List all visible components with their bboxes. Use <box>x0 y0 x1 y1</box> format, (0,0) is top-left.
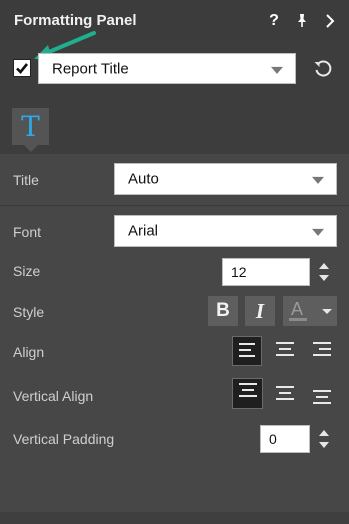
divider <box>0 205 349 206</box>
font-color-button[interactable]: A <box>283 296 337 326</box>
align-left-icon <box>239 343 255 361</box>
valign-top-button[interactable] <box>232 378 263 409</box>
decrement-icon[interactable] <box>319 442 329 448</box>
chevron-right-icon[interactable] <box>320 10 340 32</box>
increment-icon[interactable] <box>319 263 329 269</box>
valign-bottom-icon <box>313 390 331 408</box>
chevron-down-icon <box>312 228 324 236</box>
vertical-padding-label: Vertical Padding <box>13 431 115 447</box>
chevron-down-icon <box>322 309 332 314</box>
size-value: 12 <box>231 264 247 280</box>
align-right-button[interactable] <box>307 336 337 366</box>
bold-glyph: B <box>216 300 230 321</box>
decrement-icon[interactable] <box>319 275 329 281</box>
size-label: Size <box>13 263 41 279</box>
text-tab-glyph: T <box>21 110 40 143</box>
font-label: Font <box>13 224 42 240</box>
bold-button[interactable]: B <box>208 296 238 326</box>
title-label: Title <box>13 172 39 188</box>
size-input[interactable]: 12 <box>222 258 310 286</box>
style-label: Style <box>13 304 45 320</box>
italic-glyph: I <box>255 299 265 323</box>
object-select-value: Report Title <box>52 60 129 77</box>
align-left-button[interactable] <box>232 336 262 366</box>
valign-middle-icon <box>276 386 294 404</box>
panel-title: Formatting Panel <box>14 12 137 29</box>
valign-middle-button[interactable] <box>270 378 300 408</box>
pin-icon[interactable] <box>292 10 312 32</box>
valign-bottom-button[interactable] <box>307 378 337 408</box>
help-icon[interactable]: ? <box>264 10 284 32</box>
chevron-down-icon <box>312 176 324 184</box>
vertical-padding-input[interactable]: 0 <box>260 425 310 453</box>
increment-icon[interactable] <box>319 430 329 436</box>
panel-footer <box>0 512 349 524</box>
show-title-checkbox[interactable] <box>13 59 31 77</box>
reset-icon[interactable] <box>312 58 334 85</box>
chevron-down-icon <box>271 66 283 74</box>
font-select-value: Arial <box>128 222 159 240</box>
align-center-icon <box>276 342 294 360</box>
font-color-swatch <box>289 318 307 321</box>
align-right-icon <box>313 342 331 360</box>
align-label: Align <box>13 344 45 360</box>
title-select[interactable]: Auto <box>114 163 337 195</box>
valign-top-icon <box>239 383 257 401</box>
title-select-value: Auto <box>128 170 159 188</box>
formatting-panel: Formatting Panel ? Report Title T Title … <box>0 0 349 524</box>
object-select[interactable]: Report Title <box>38 53 296 84</box>
text-format-tab[interactable]: T <box>12 108 49 145</box>
align-center-button[interactable] <box>270 336 300 366</box>
vertical-align-label: Vertical Align <box>13 388 94 404</box>
vertical-padding-stepper[interactable] <box>313 425 335 453</box>
italic-button[interactable]: I <box>245 296 275 326</box>
size-stepper[interactable] <box>313 258 335 286</box>
font-select[interactable]: Arial <box>114 215 337 247</box>
vertical-padding-value: 0 <box>269 431 277 447</box>
tab-pointer <box>24 145 38 152</box>
